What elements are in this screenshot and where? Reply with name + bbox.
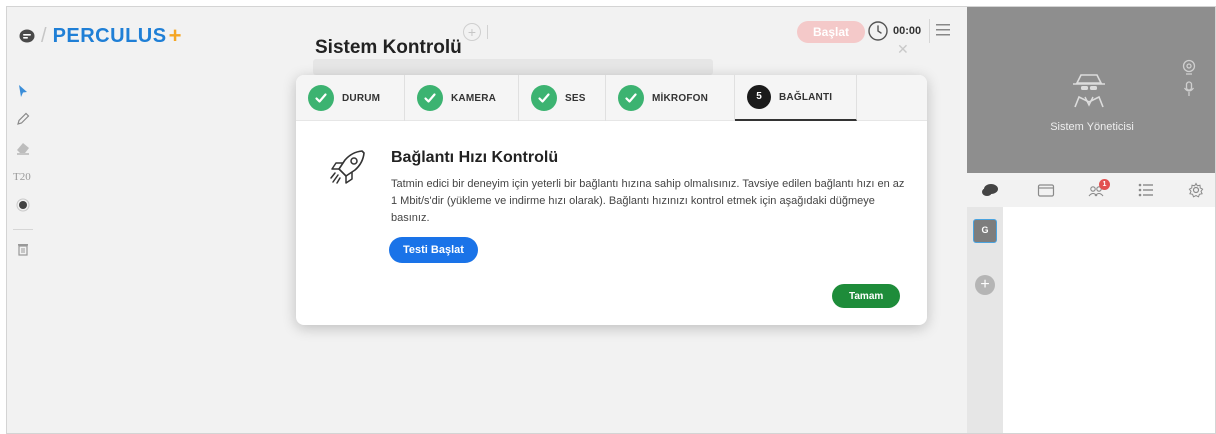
- group-strip: G +: [967, 207, 1003, 433]
- microphone-icon[interactable]: [1183, 81, 1195, 97]
- section-heading: Bağlantı Hızı Kontrolü: [391, 149, 559, 166]
- app-window: / PERCULUS + + Başlat 00:00 ✕ T20 Sistem…: [6, 6, 1216, 434]
- toolbar-divider: [487, 25, 488, 39]
- tab-label: DURUM: [342, 92, 381, 104]
- check-icon: [531, 85, 557, 111]
- top-bar: / PERCULUS + + Başlat 00:00 ✕: [7, 7, 965, 67]
- session-timer: 00:00: [893, 25, 922, 37]
- dialog-tabs: DURUM KAMERA SES MİKROFON 5 BAĞLANTI: [296, 75, 927, 121]
- chat-icon[interactable]: [981, 182, 999, 198]
- toolbar-divider: [929, 19, 930, 43]
- pointer-icon[interactable]: [15, 83, 31, 99]
- section-description: Tatmin edici bir deneyim için yeterli bi…: [391, 178, 905, 224]
- tab-baglanti[interactable]: 5 BAĞLANTI: [735, 75, 857, 121]
- chat-logo-icon: [19, 29, 35, 43]
- tab-label: BAĞLANTI: [779, 91, 833, 103]
- folder-icon[interactable]: [1037, 182, 1055, 198]
- clock-icon: [868, 21, 888, 41]
- group-tile[interactable]: G: [973, 219, 997, 243]
- list-icon[interactable]: [1137, 182, 1155, 198]
- eraser-icon[interactable]: [15, 139, 31, 155]
- settings-gear-icon[interactable]: [1187, 182, 1205, 198]
- app-logo: / PERCULUS +: [19, 23, 181, 49]
- color-dot-icon[interactable]: [15, 197, 31, 213]
- tab-label: SES: [565, 92, 586, 104]
- logo-plus: +: [168, 23, 182, 48]
- tab-mikrofon[interactable]: MİKROFON: [606, 75, 735, 121]
- start-test-button[interactable]: Testi Başlat: [389, 237, 478, 263]
- video-user-name: Sistem Yöneticisi: [1050, 121, 1134, 133]
- pencil-icon[interactable]: [15, 111, 31, 127]
- close-icon[interactable]: ✕: [897, 41, 909, 58]
- tab-ses[interactable]: SES: [519, 75, 606, 121]
- add-page-icon[interactable]: +: [463, 23, 481, 41]
- tab-durum[interactable]: DURUM: [296, 75, 405, 121]
- menu-icon[interactable]: [935, 21, 951, 39]
- add-group-button[interactable]: +: [975, 275, 995, 295]
- dialog-title: Sistem Kontrolü: [315, 37, 462, 58]
- participant-count-badge: 1: [1099, 179, 1110, 190]
- panel-tabs: 1: [967, 173, 1215, 207]
- logo-separator: /: [41, 24, 47, 47]
- ok-button[interactable]: Tamam: [832, 284, 901, 308]
- step-number-badge: 5: [747, 85, 771, 109]
- video-tile: Sistem Yöneticisi: [967, 7, 1215, 173]
- text-tool[interactable]: T20: [13, 171, 31, 183]
- toolbar-divider: [13, 229, 33, 230]
- check-icon: [618, 85, 644, 111]
- tab-kamera[interactable]: KAMERA: [405, 75, 519, 121]
- rocket-icon: [330, 150, 365, 184]
- background-toolbar: [313, 59, 713, 75]
- user-avatar-icon: [1073, 74, 1105, 108]
- trash-icon[interactable]: [15, 241, 31, 257]
- start-session-button[interactable]: Başlat: [797, 21, 866, 43]
- check-icon: [308, 85, 334, 111]
- check-icon: [417, 85, 443, 111]
- camera-icon[interactable]: [1181, 59, 1197, 75]
- tab-label: MİKROFON: [652, 92, 709, 104]
- system-check-dialog: DURUM KAMERA SES MİKROFON 5 BAĞLANTI Bağ…: [296, 75, 927, 325]
- right-panel: Sistem Yöneticisi 1 G +: [967, 7, 1215, 433]
- logo-text: PERCULUS: [52, 24, 167, 47]
- tab-label: KAMERA: [451, 92, 497, 104]
